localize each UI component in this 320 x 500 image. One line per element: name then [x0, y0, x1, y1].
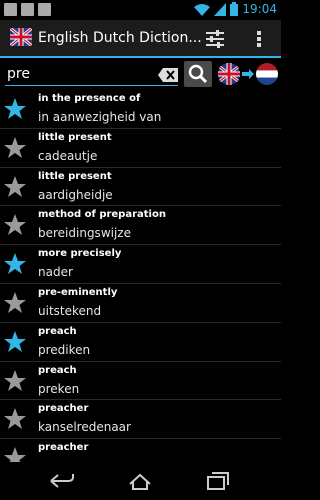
- search-button[interactable]: [184, 61, 212, 87]
- notification-icons: [4, 3, 51, 16]
- app-title: English Dutch Diction...: [38, 30, 202, 46]
- wifi-icon: [194, 3, 211, 16]
- entry-english: more precisely: [38, 248, 122, 260]
- entry-english: preacher: [38, 403, 89, 415]
- netherlands-flag-icon: [256, 63, 278, 85]
- list-item[interactable]: pre-eminently uitstekend: [0, 284, 281, 323]
- entry-dutch: prediken: [38, 342, 91, 357]
- uk-flag-icon[interactable]: [10, 28, 32, 46]
- backspace-clear-icon[interactable]: [158, 68, 178, 82]
- list-item[interactable]: method of preparation bereidingswijze: [0, 206, 281, 246]
- status-bar: 19:04: [0, 0, 281, 20]
- list-item[interactable]: preach preken: [0, 362, 281, 401]
- navigation-bar: [0, 462, 281, 500]
- favorite-star-icon[interactable]: [3, 369, 27, 393]
- overflow-menu-icon[interactable]: [252, 27, 266, 51]
- entry-english: in the presence of: [38, 93, 141, 104]
- search-field: [5, 62, 178, 86]
- arrow-right-icon: [242, 69, 254, 79]
- entry-dutch: uitstekend: [38, 303, 102, 318]
- magnifier-icon: [188, 64, 208, 84]
- entry-english: preach: [38, 325, 77, 337]
- entry-dutch: in aanwezigheid van: [38, 110, 162, 124]
- entry-english: little present: [38, 170, 112, 182]
- entry-dutch: kanselredenaar: [38, 420, 131, 435]
- list-item[interactable]: preacher: [0, 439, 281, 462]
- entry-dutch: nader: [38, 265, 73, 280]
- entry-english: preach: [38, 364, 77, 376]
- clock: 19:04: [242, 2, 277, 16]
- notification-play-icon: [38, 3, 51, 16]
- list-item[interactable]: in the presence of in aanwezigheid van: [0, 90, 281, 129]
- favorite-star-icon[interactable]: [3, 291, 27, 315]
- favorite-star-icon[interactable]: [3, 97, 27, 121]
- favorite-star-icon[interactable]: [3, 213, 27, 237]
- entry-dutch: preken: [38, 381, 80, 396]
- uk-flag-icon: [218, 63, 240, 85]
- results-list[interactable]: in the presence of in aanwezigheid van l…: [0, 90, 281, 462]
- recents-icon[interactable]: [204, 470, 232, 492]
- entry-english: little present: [38, 131, 112, 143]
- notification-bag-icon: [21, 3, 34, 16]
- favorite-star-icon[interactable]: [3, 330, 27, 354]
- entry-english: method of preparation: [38, 209, 166, 221]
- entry-dutch: cadeautje: [38, 148, 98, 163]
- list-item[interactable]: little present aardigheidje: [0, 168, 281, 207]
- entry-english: preacher: [38, 442, 89, 454]
- list-item[interactable]: little present cadeautje: [0, 129, 281, 168]
- favorite-star-icon[interactable]: [3, 446, 27, 462]
- favorite-star-icon[interactable]: [3, 175, 27, 199]
- sliders-icon[interactable]: [203, 27, 227, 51]
- favorite-star-icon[interactable]: [3, 136, 27, 160]
- battery-icon: [230, 2, 239, 16]
- entry-dutch: aardigheidje: [38, 187, 113, 202]
- list-item[interactable]: more precisely nader: [0, 245, 281, 284]
- signal-icon: [214, 2, 227, 16]
- notification-image-icon: [4, 3, 17, 16]
- entry-english: pre-eminently: [38, 286, 118, 298]
- favorite-star-icon[interactable]: [3, 407, 27, 431]
- action-bar: English Dutch Diction...: [0, 20, 281, 58]
- search-input[interactable]: [7, 65, 147, 83]
- list-item[interactable]: preach prediken: [0, 323, 281, 362]
- home-icon[interactable]: [126, 470, 154, 492]
- language-direction-switch[interactable]: [217, 62, 279, 86]
- search-row: [0, 60, 281, 88]
- back-icon[interactable]: [48, 470, 76, 492]
- favorite-star-icon[interactable]: [3, 252, 27, 276]
- entry-dutch: bereidingswijze: [38, 226, 131, 241]
- list-item[interactable]: preacher kanselredenaar: [0, 400, 281, 440]
